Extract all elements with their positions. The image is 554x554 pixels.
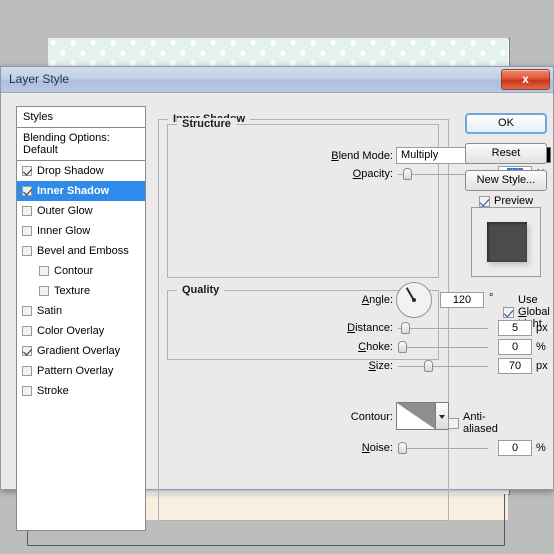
size-slider[interactable]: [398, 360, 488, 372]
style-row-stroke[interactable]: Stroke: [17, 381, 145, 401]
dialog-title: Layer Style: [9, 72, 70, 86]
style-row-pattern-overlay[interactable]: Pattern Overlay: [17, 361, 145, 381]
preview-checkbox[interactable]: Preview: [479, 195, 533, 207]
choke-slider[interactable]: [398, 341, 488, 353]
noise-slider[interactable]: [398, 442, 488, 454]
noise-unit: %: [536, 442, 546, 454]
angle-dial-hub: [412, 298, 416, 302]
size-label: Size:: [368, 360, 393, 372]
reset-button[interactable]: Reset: [465, 143, 547, 164]
blend-mode-value: Multiply: [401, 149, 439, 161]
dialog-titlebar[interactable]: Layer Style x: [1, 67, 553, 93]
anti-aliased-label: Anti-aliased: [463, 411, 498, 435]
contour-label: Contour:: [350, 411, 393, 423]
distance-slider-thumb[interactable]: [401, 322, 410, 334]
distance-slider[interactable]: [398, 322, 488, 334]
style-row-label: Inner Glow: [37, 225, 91, 237]
angle-unit: °: [489, 292, 494, 304]
style-row-label: Pattern Overlay: [37, 365, 114, 377]
preview-shape: [487, 222, 527, 262]
style-row-label: Drop Shadow: [37, 165, 104, 177]
style-row-bevel-and-emboss[interactable]: Bevel and Emboss: [17, 241, 145, 261]
distance-unit: px: [536, 322, 548, 334]
use-global-light-check-icon: [503, 306, 514, 318]
size-input[interactable]: 70: [498, 358, 532, 374]
style-row-label: Satin: [37, 305, 63, 317]
styles-list-header[interactable]: Styles: [17, 107, 145, 128]
opacity-slider-thumb[interactable]: [403, 168, 412, 180]
style-checkbox-icon[interactable]: [22, 366, 32, 376]
style-checkbox-icon[interactable]: [39, 286, 49, 296]
style-row-drop-shadow[interactable]: Drop Shadow: [17, 161, 145, 181]
style-checkbox-icon[interactable]: [22, 386, 32, 396]
style-row-label: Inner Shadow: [37, 185, 110, 197]
style-row-label: Gradient Overlay: [37, 345, 121, 357]
noise-slider-thumb[interactable]: [398, 442, 407, 454]
distance-slider-track: [398, 328, 488, 329]
style-row-label: Color Overlay: [37, 325, 105, 337]
choke-input[interactable]: 0: [498, 339, 532, 355]
style-checkbox-icon[interactable]: [22, 326, 32, 336]
anti-aliased-check-icon: [448, 417, 459, 429]
style-row-outer-glow[interactable]: Outer Glow: [17, 201, 145, 221]
close-icon[interactable]: x: [501, 69, 550, 90]
distance-input[interactable]: 5: [498, 320, 532, 336]
style-checkbox-icon[interactable]: [22, 246, 32, 256]
contour-swatch[interactable]: [396, 402, 436, 430]
style-row-label: Outer Glow: [37, 205, 93, 217]
angle-dial[interactable]: [396, 282, 432, 318]
style-checkbox-icon[interactable]: [22, 186, 32, 196]
new-style-button[interactable]: New Style...: [465, 170, 547, 191]
style-row-label: Bevel and Emboss: [37, 245, 129, 257]
styles-list-panel[interactable]: Styles Blending Options: Default Drop Sh…: [16, 106, 146, 531]
preview-thumbnail: [471, 207, 541, 277]
style-row-label: Stroke: [37, 385, 69, 397]
angle-input[interactable]: 120: [440, 292, 484, 308]
style-checkbox-icon[interactable]: [22, 206, 32, 216]
contour-curve-icon: [397, 403, 435, 429]
layer-style-dialog: Layer Style x Styles Blending Options: D…: [0, 66, 554, 531]
preview-check-icon: [479, 195, 490, 207]
noise-label: Noise:: [361, 442, 393, 454]
style-row-label: Texture: [54, 285, 91, 297]
ok-button[interactable]: OK: [465, 113, 547, 134]
size-slider-track: [398, 366, 488, 367]
effect-settings-panel: Inner Shadow Structure Quality BBlend Mo…: [158, 106, 551, 531]
size-slider-thumb[interactable]: [424, 360, 433, 372]
distance-label: Distance:: [347, 322, 393, 334]
style-checkbox-icon[interactable]: [22, 306, 32, 316]
style-row-satin[interactable]: Satin: [17, 301, 145, 321]
quality-legend: Quality: [177, 284, 225, 296]
choke-slider-thumb[interactable]: [398, 341, 407, 353]
choke-label: Choke:: [358, 341, 393, 353]
style-row-inner-glow[interactable]: Inner Glow: [17, 221, 145, 241]
blending-options-row[interactable]: Blending Options: Default: [17, 128, 145, 161]
choke-slider-track: [398, 347, 488, 348]
choke-unit: %: [536, 341, 546, 353]
style-row-color-overlay[interactable]: Color Overlay: [17, 321, 145, 341]
preview-label: Preview: [494, 195, 534, 207]
style-checkbox-icon[interactable]: [22, 346, 32, 356]
blend-mode-label: BBlend Mode:lend Mode:: [331, 150, 393, 162]
angle-label: Angle:: [361, 294, 393, 306]
style-row-gradient-overlay[interactable]: Gradient Overlay: [17, 341, 145, 361]
styles-rows: Drop Shadow Inner Shadow Outer Glow Inner G…: [17, 161, 145, 401]
anti-aliased-checkbox[interactable]: Anti-aliased: [448, 411, 498, 435]
style-checkbox-icon[interactable]: [22, 166, 32, 176]
noise-input[interactable]: 0: [498, 440, 532, 456]
opacity-label: Opacity:: [352, 168, 393, 180]
style-checkbox-icon[interactable]: [22, 226, 32, 236]
structure-legend: Structure: [177, 118, 236, 130]
size-unit: px: [536, 360, 548, 372]
style-row-contour[interactable]: Contour: [17, 261, 145, 281]
style-row-label: Contour: [54, 265, 94, 277]
style-checkbox-icon[interactable]: [39, 266, 49, 276]
noise-slider-track: [398, 448, 488, 449]
style-row-inner-shadow[interactable]: Inner Shadow: [17, 181, 145, 201]
style-row-texture[interactable]: Texture: [17, 281, 145, 301]
